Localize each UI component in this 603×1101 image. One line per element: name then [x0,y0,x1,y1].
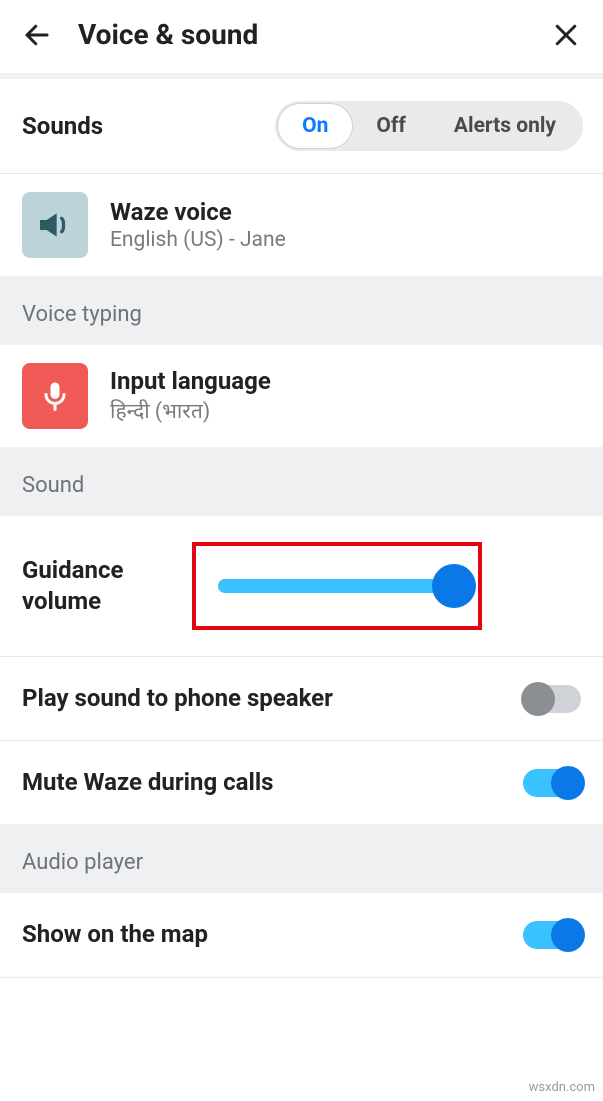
play-to-speaker-row: Play sound to phone speaker [0,657,603,741]
sounds-row: Sounds On Off Alerts only [0,79,603,174]
input-language-text: Input language हिन्दी (भारत) [110,367,271,425]
megaphone-icon [22,192,88,258]
waze-voice-text: Waze voice English (US) - Jane [110,198,286,252]
input-language-row[interactable]: Input language हिन्दी (भारत) [0,345,603,447]
section-header-sound: Sound [0,447,603,516]
sounds-option-alerts-only[interactable]: Alerts only [430,104,580,148]
close-icon[interactable] [551,20,581,50]
guidance-volume-slider[interactable] [218,564,464,608]
guidance-volume-label: Guidance volume [22,555,192,617]
section-header-voice-typing: Voice typing [0,276,603,345]
waze-voice-title: Waze voice [110,198,286,226]
page-title: Voice & sound [78,18,551,51]
play-to-speaker-toggle[interactable] [523,685,581,713]
play-to-speaker-label: Play sound to phone speaker [22,683,523,714]
microphone-icon [22,363,88,429]
sounds-option-off[interactable]: Off [352,104,430,148]
guidance-volume-highlight [192,542,482,630]
waze-voice-row[interactable]: Waze voice English (US) - Jane [0,174,603,276]
show-on-map-row: Show on the map [0,893,603,977]
sounds-segmented: On Off Alerts only [275,101,583,151]
show-on-map-label: Show on the map [22,919,523,950]
back-icon[interactable] [22,20,52,50]
section-header-audio-player: Audio player [0,824,603,893]
mute-during-calls-row: Mute Waze during calls [0,741,603,824]
guidance-volume-row: Guidance volume [0,516,603,657]
mute-during-calls-toggle[interactable] [523,769,581,797]
watermark: wsxdn.com [529,1080,595,1095]
input-language-title: Input language [110,367,271,395]
sounds-option-on[interactable]: On [278,104,352,148]
sounds-label: Sounds [22,112,275,140]
mute-during-calls-label: Mute Waze during calls [22,767,523,798]
header: Voice & sound [0,0,603,73]
show-on-map-toggle[interactable] [523,921,581,949]
input-language-subtitle: हिन्दी (भारत) [110,397,271,425]
waze-voice-subtitle: English (US) - Jane [110,228,286,252]
